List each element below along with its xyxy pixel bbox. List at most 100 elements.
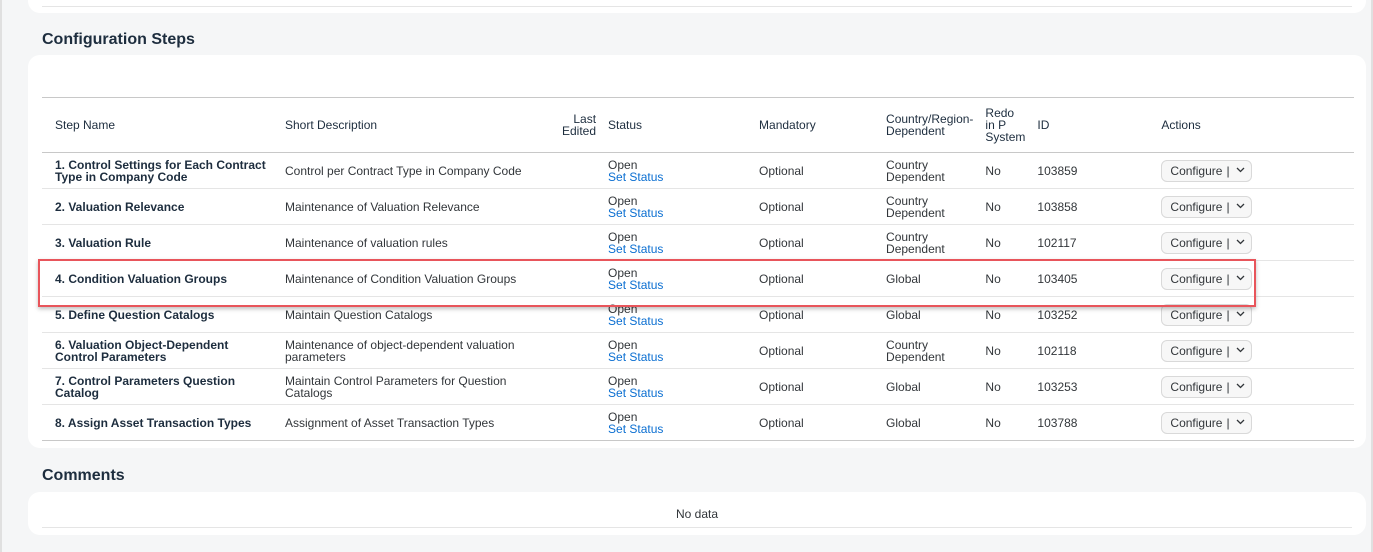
redo-value: No bbox=[985, 199, 1001, 214]
col-last-edited[interactable]: Last Edited bbox=[556, 97, 603, 153]
configure-button[interactable]: Configure | bbox=[1161, 231, 1252, 254]
status-text: Open bbox=[608, 157, 638, 172]
table-row[interactable]: 6. Valuation Object-Dependent Control Pa… bbox=[42, 332, 1354, 369]
col-short-description[interactable]: Short Description bbox=[279, 97, 556, 153]
col-mandatory[interactable]: Mandatory bbox=[753, 97, 881, 153]
redo-value: No bbox=[985, 271, 1001, 286]
mandatory-value: Optional bbox=[759, 415, 804, 430]
status-text: Open bbox=[608, 193, 638, 208]
redo-value: No bbox=[985, 163, 1001, 178]
configure-label: Configure bbox=[1170, 379, 1223, 394]
country-dependent-value: Country Dependent bbox=[886, 193, 945, 220]
set-status-link[interactable]: Set Status bbox=[608, 387, 747, 399]
status-text: Open bbox=[608, 337, 638, 352]
step-id: 103405 bbox=[1037, 271, 1078, 286]
step-name: 8. Assign Asset Transaction Types bbox=[55, 415, 252, 430]
country-dependent-value: Global bbox=[886, 415, 921, 430]
set-status-link[interactable]: Set Status bbox=[608, 351, 747, 363]
table-header-row: Step Name Short Description Last Edited … bbox=[42, 97, 1354, 153]
mandatory-value: Optional bbox=[759, 235, 804, 250]
chevron-down-icon[interactable] bbox=[1236, 201, 1245, 213]
col-actions: Actions bbox=[1155, 97, 1354, 153]
table-row[interactable]: 2. Valuation Relevance Maintenance of Val… bbox=[42, 188, 1354, 225]
short-description: Maintain Control Parameters for Question… bbox=[285, 373, 507, 400]
configure-label: Configure bbox=[1170, 343, 1223, 358]
table-row[interactable]: 1. Control Settings for Each Contract Ty… bbox=[42, 152, 1354, 189]
mandatory-value: Optional bbox=[759, 379, 804, 394]
step-name: 4. Condition Valuation Groups bbox=[55, 271, 228, 286]
step-id: 103858 bbox=[1037, 199, 1078, 214]
short-description: Maintenance of Condition Valuation Group… bbox=[285, 271, 517, 286]
redo-value: No bbox=[985, 235, 1001, 250]
chevron-down-icon[interactable] bbox=[1236, 165, 1245, 177]
configure-button[interactable]: Configure | bbox=[1161, 339, 1252, 362]
status-text: Open bbox=[608, 265, 638, 280]
chevron-down-icon[interactable] bbox=[1236, 309, 1245, 321]
configure-label: Configure bbox=[1170, 163, 1223, 178]
status-text: Open bbox=[608, 373, 638, 388]
mandatory-value: Optional bbox=[759, 199, 804, 214]
configure-button[interactable]: Configure | bbox=[1161, 411, 1252, 434]
step-name: 6. Valuation Object-Dependent Control Pa… bbox=[55, 337, 229, 364]
col-redo[interactable]: Redo in P System bbox=[979, 97, 1032, 153]
configure-label: Configure bbox=[1170, 307, 1223, 322]
set-status-link[interactable]: Set Status bbox=[608, 171, 747, 183]
chevron-down-icon[interactable] bbox=[1236, 345, 1245, 357]
table-row[interactable]: 5. Define Question Catalogs Maintain Ques… bbox=[42, 296, 1354, 333]
set-status-link[interactable]: Set Status bbox=[608, 279, 747, 291]
set-status-link[interactable]: Set Status bbox=[608, 243, 747, 255]
configure-label: Configure bbox=[1170, 235, 1223, 250]
configure-label: Configure bbox=[1170, 199, 1223, 214]
configure-button[interactable]: Configure | bbox=[1161, 375, 1252, 398]
configure-button[interactable]: Configure | bbox=[1161, 267, 1252, 290]
status-text: Open bbox=[608, 301, 638, 316]
country-dependent-value: Country Dependent bbox=[886, 157, 945, 184]
redo-value: No bbox=[985, 415, 1001, 430]
col-step-name[interactable]: Step Name bbox=[42, 97, 279, 153]
short-description: Maintenance of Valuation Relevance bbox=[285, 199, 480, 214]
step-id: 102117 bbox=[1037, 235, 1077, 250]
table-row[interactable]: 7. Control Parameters Question Catalog Ma… bbox=[42, 368, 1354, 405]
configure-button[interactable]: Configure | bbox=[1161, 159, 1252, 182]
col-country-dependent[interactable]: Country/Region- Dependent bbox=[880, 97, 980, 153]
mandatory-value: Optional bbox=[759, 343, 804, 358]
status-text: Open bbox=[608, 229, 638, 244]
comments-card: No data bbox=[28, 492, 1366, 535]
step-name: 1. Control Settings for Each Contract Ty… bbox=[55, 157, 266, 184]
left-border bbox=[0, 0, 2, 552]
country-dependent-value: Country Dependent bbox=[886, 337, 945, 364]
step-name: 2. Valuation Relevance bbox=[55, 199, 185, 214]
step-name: 7. Control Parameters Question Catalog bbox=[55, 373, 236, 400]
col-id[interactable]: ID bbox=[1031, 97, 1156, 153]
chevron-down-icon[interactable] bbox=[1236, 237, 1245, 249]
country-dependent-value: Country Dependent bbox=[886, 229, 945, 256]
configure-button[interactable]: Configure | bbox=[1161, 303, 1252, 326]
step-id: 103253 bbox=[1037, 379, 1078, 394]
short-description: Assignment of Asset Transaction Types bbox=[285, 415, 495, 430]
country-dependent-value: Global bbox=[886, 271, 921, 286]
configure-label: Configure bbox=[1170, 415, 1223, 430]
chevron-down-icon[interactable] bbox=[1236, 381, 1245, 393]
table-row[interactable]: 3. Valuation Rule Maintenance of valuatio… bbox=[42, 224, 1354, 261]
configure-label: Configure bbox=[1170, 271, 1223, 286]
table-row[interactable]: 8. Assign Asset Transaction Types Assignm… bbox=[42, 404, 1354, 441]
status-text: Open bbox=[608, 409, 638, 424]
set-status-link[interactable]: Set Status bbox=[608, 423, 747, 435]
set-status-link[interactable]: Set Status bbox=[608, 315, 747, 327]
col-status[interactable]: Status bbox=[602, 97, 754, 153]
short-description: Maintenance of object-dependent valuatio… bbox=[285, 337, 515, 364]
table-row[interactable]: 4. Condition Valuation Groups Maintenance… bbox=[42, 260, 1354, 297]
configure-button[interactable]: Configure | bbox=[1161, 195, 1252, 218]
config-steps-title: Configuration Steps bbox=[42, 31, 195, 48]
redo-value: No bbox=[985, 343, 1001, 358]
chevron-down-icon[interactable] bbox=[1236, 417, 1245, 429]
step-name: 3. Valuation Rule bbox=[55, 235, 152, 250]
short-description: Maintenance of valuation rules bbox=[285, 235, 448, 250]
country-dependent-value: Global bbox=[886, 307, 921, 322]
set-status-link[interactable]: Set Status bbox=[608, 207, 747, 219]
step-id: 103252 bbox=[1037, 307, 1078, 322]
short-description: Control per Contract Type in Company Cod… bbox=[285, 163, 522, 178]
step-id: 103859 bbox=[1037, 163, 1078, 178]
no-data-text: No data bbox=[675, 507, 719, 521]
chevron-down-icon[interactable] bbox=[1236, 273, 1245, 285]
